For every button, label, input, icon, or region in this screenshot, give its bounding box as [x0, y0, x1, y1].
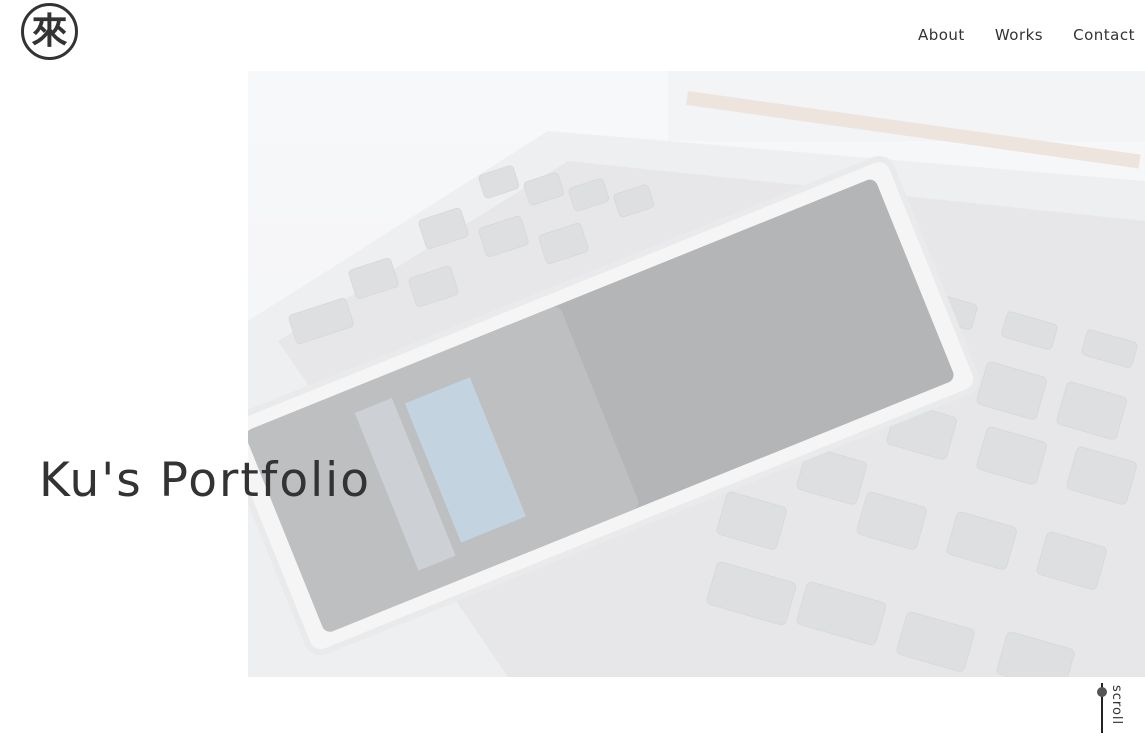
page-title: Ku's Portfolio: [39, 453, 371, 508]
nav-works-link[interactable]: Works: [965, 26, 1043, 44]
logo-glyph: 來: [31, 10, 68, 52]
nav-contact-link[interactable]: Contact: [1043, 26, 1135, 44]
scroll-indicator[interactable]: scroll: [1095, 683, 1135, 738]
main-nav: About Works Contact: [888, 26, 1135, 44]
scroll-label: scroll: [1109, 685, 1124, 726]
hero-overlay: [248, 71, 1145, 677]
hero-image: [248, 71, 1145, 677]
page: 來 About Works Contact Ku's Portfolio scr…: [0, 0, 1145, 746]
scroll-dot: [1097, 687, 1107, 697]
site-logo[interactable]: 來: [21, 3, 78, 60]
nav-about-link[interactable]: About: [888, 26, 965, 44]
